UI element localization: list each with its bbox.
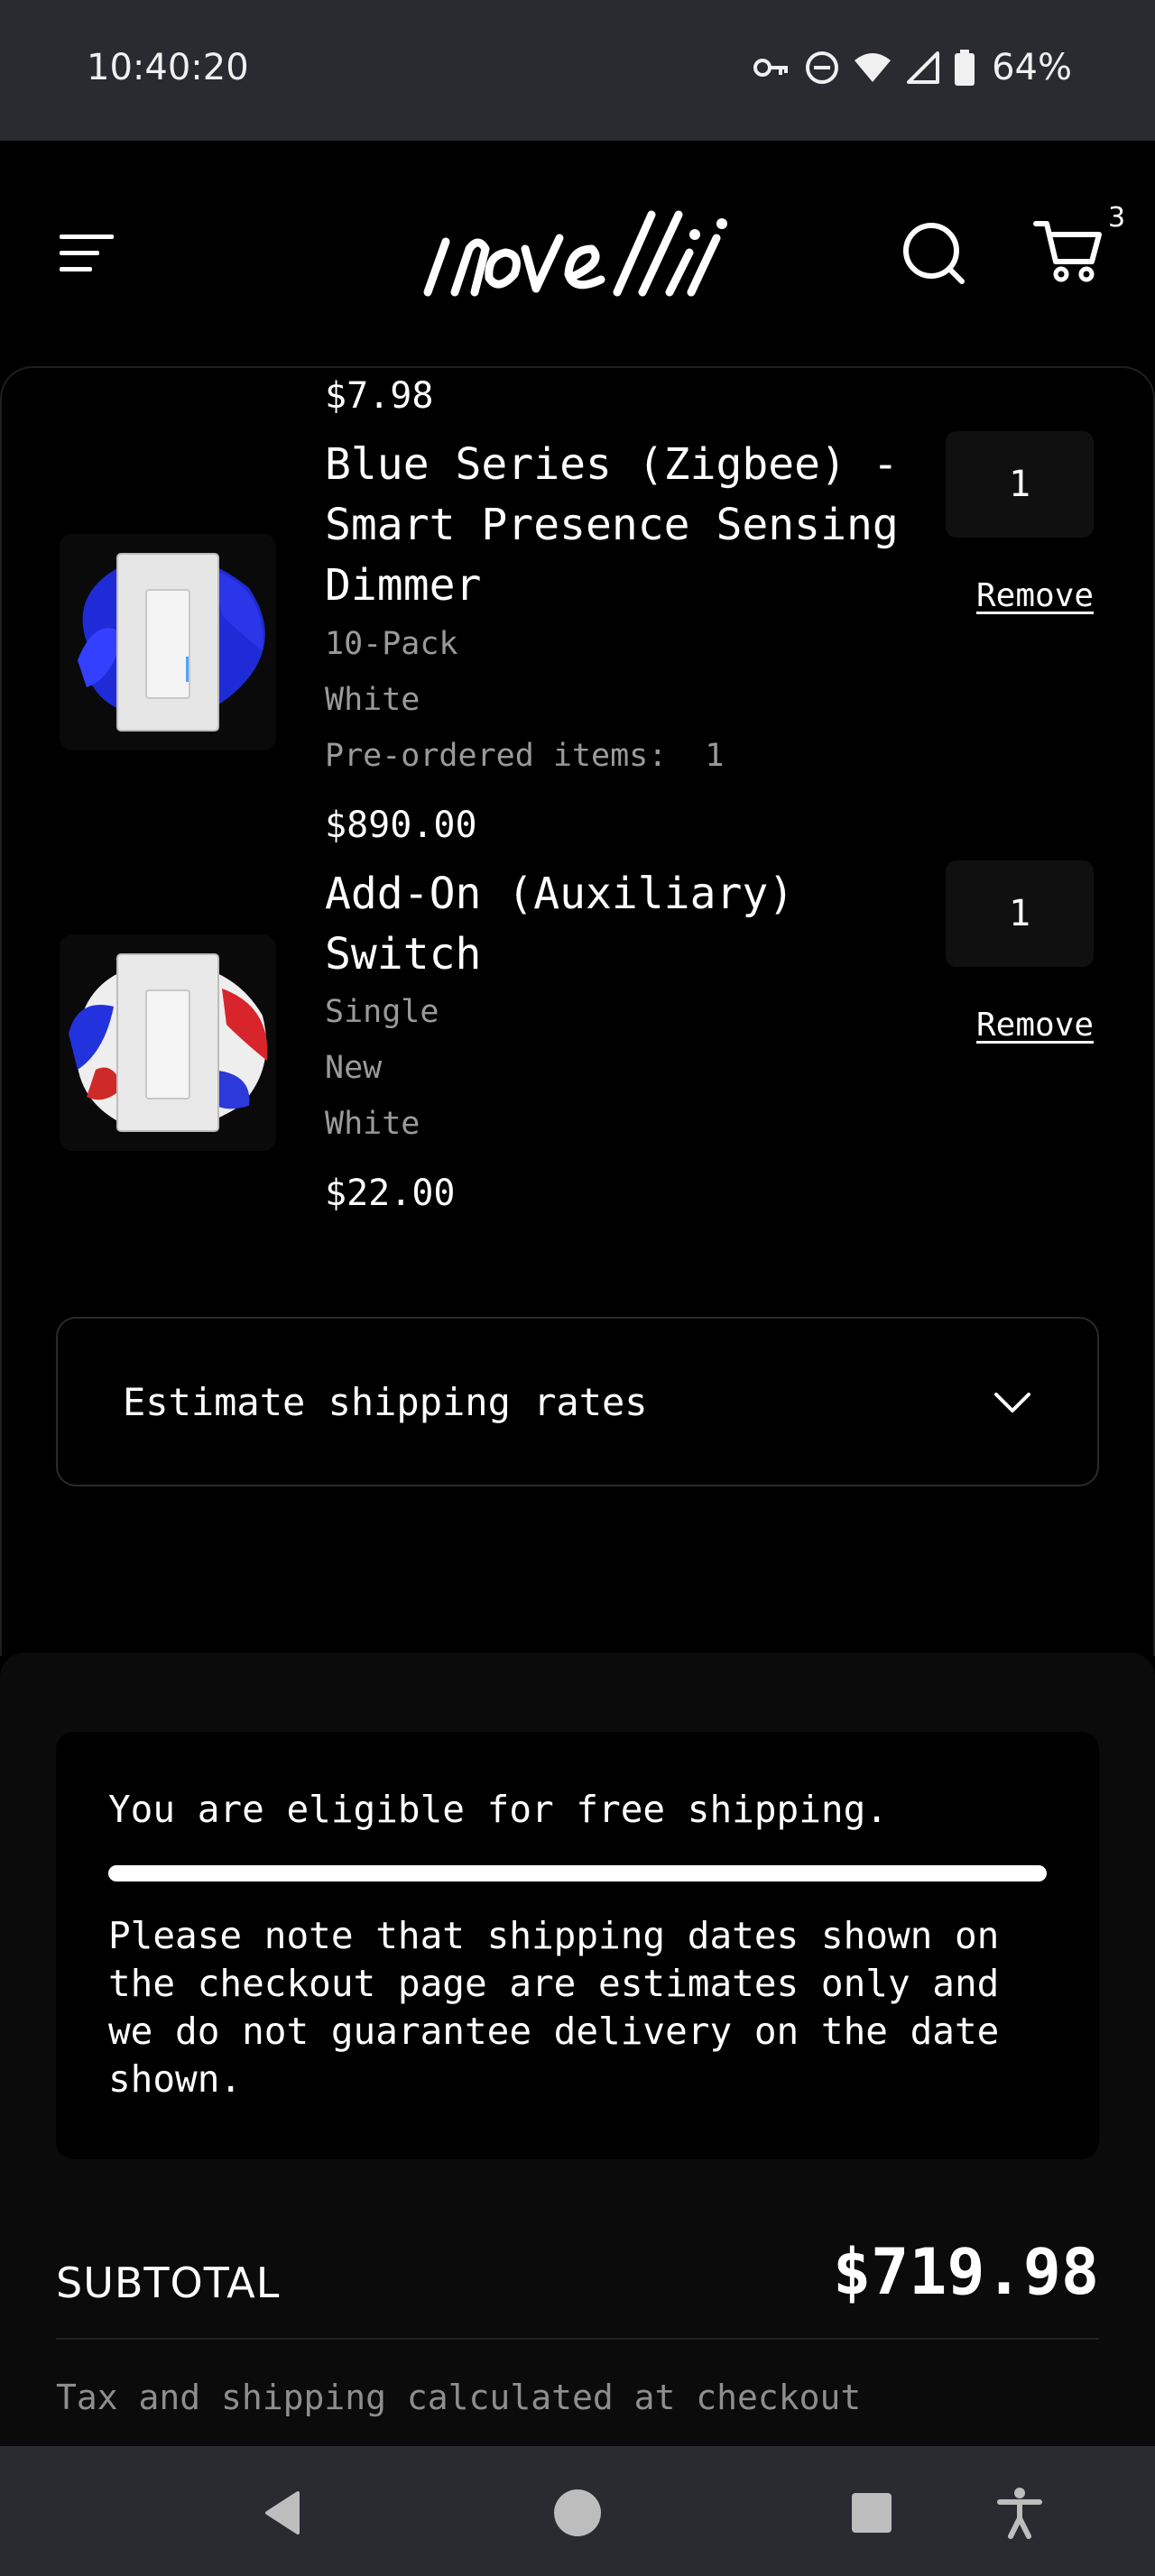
item-title-line: Smart Presence Sensing: [325, 500, 899, 550]
status-bar: 10:40:20 64%: [0, 0, 1155, 141]
free-shipping-message: You are eligible for free shipping.: [108, 1788, 888, 1831]
vpn-key-icon: [753, 59, 789, 77]
product-image-aux-switch[interactable]: [60, 934, 276, 1151]
summary-divider: [56, 2338, 1099, 2340]
item-option-condition: New: [325, 1050, 383, 1086]
site-header: 3: [0, 141, 1155, 366]
item-title-line: Add-On (Auxiliary): [325, 869, 795, 919]
item-title-line: Blue Series (Zigbee) -: [325, 439, 899, 490]
free-shipping-progress-bar: [108, 1865, 1047, 1881]
inovelli-logo[interactable]: [415, 202, 740, 301]
item-option-pack: 10-Pack: [325, 626, 458, 662]
remove-item-link[interactable]: Remove: [976, 577, 1094, 614]
switch-product-image: [78, 553, 265, 731]
tax-shipping-note: Tax and shipping calculated at checkout: [56, 2378, 862, 2417]
recents-icon[interactable]: [845, 2486, 899, 2540]
subtotal-value: $719.98: [832, 2235, 1099, 2309]
free-shipping-notice: You are eligible for free shipping. Plea…: [56, 1732, 1099, 2159]
product-image-blue-series-dimmer[interactable]: [60, 534, 276, 750]
shipping-dates-note: Please note that shipping dates shown on…: [108, 1914, 1000, 2101]
item-option-size: Single: [325, 994, 439, 1030]
item-price: $22.00: [325, 1173, 456, 1214]
switch-product-image: [69, 953, 268, 1132]
estimate-shipping-label: Estimate shipping rates: [123, 1379, 648, 1424]
status-icons: 64%: [752, 47, 1072, 88]
accessibility-icon[interactable]: [993, 2486, 1047, 2540]
cart-count-badge: 3: [1108, 202, 1126, 234]
item-price: $890.00: [325, 805, 477, 846]
battery-icon: [955, 50, 975, 86]
chevron-down-icon: [994, 1393, 1030, 1412]
battery-percent: 64%: [992, 47, 1072, 88]
estimate-shipping-dropdown[interactable]: Estimate shipping rates: [56, 1317, 1099, 1486]
previous-item-price: $7.98: [325, 375, 434, 417]
cart-icon[interactable]: [1032, 215, 1104, 287]
item-option-color: White: [325, 682, 420, 718]
back-icon[interactable]: [256, 2486, 310, 2540]
menu-icon-bar-top: [60, 235, 114, 239]
home-icon[interactable]: [550, 2486, 605, 2540]
remove-item-link[interactable]: Remove: [976, 1007, 1094, 1044]
quantity-input[interactable]: 1: [946, 860, 1094, 967]
item-option-color: White: [325, 1106, 420, 1142]
menu-icon-bar-bottom: [60, 267, 92, 271]
item-title-line: Switch: [325, 929, 482, 980]
status-time: 10:40:20: [87, 47, 249, 88]
cart-item-title[interactable]: Add-On (Auxiliary) Switch: [325, 864, 794, 985]
menu-button[interactable]: [60, 231, 114, 276]
do-not-disturb-icon: [806, 51, 839, 84]
item-preorder-note: Pre-ordered items: 1: [325, 738, 725, 774]
cart-item-title[interactable]: Blue Series (Zigbee) - Smart Presence Se…: [325, 435, 899, 616]
item-title-line: Dimmer: [325, 560, 482, 611]
subtotal-label: SUBTOTAL: [56, 2259, 281, 2307]
search-icon[interactable]: [899, 218, 967, 287]
signal-icon: [907, 51, 940, 84]
wifi-icon: [855, 53, 892, 82]
menu-icon-bar-middle: [60, 251, 99, 255]
quantity-input[interactable]: 1: [946, 431, 1094, 538]
system-navigation-bar: [0, 2446, 1155, 2576]
